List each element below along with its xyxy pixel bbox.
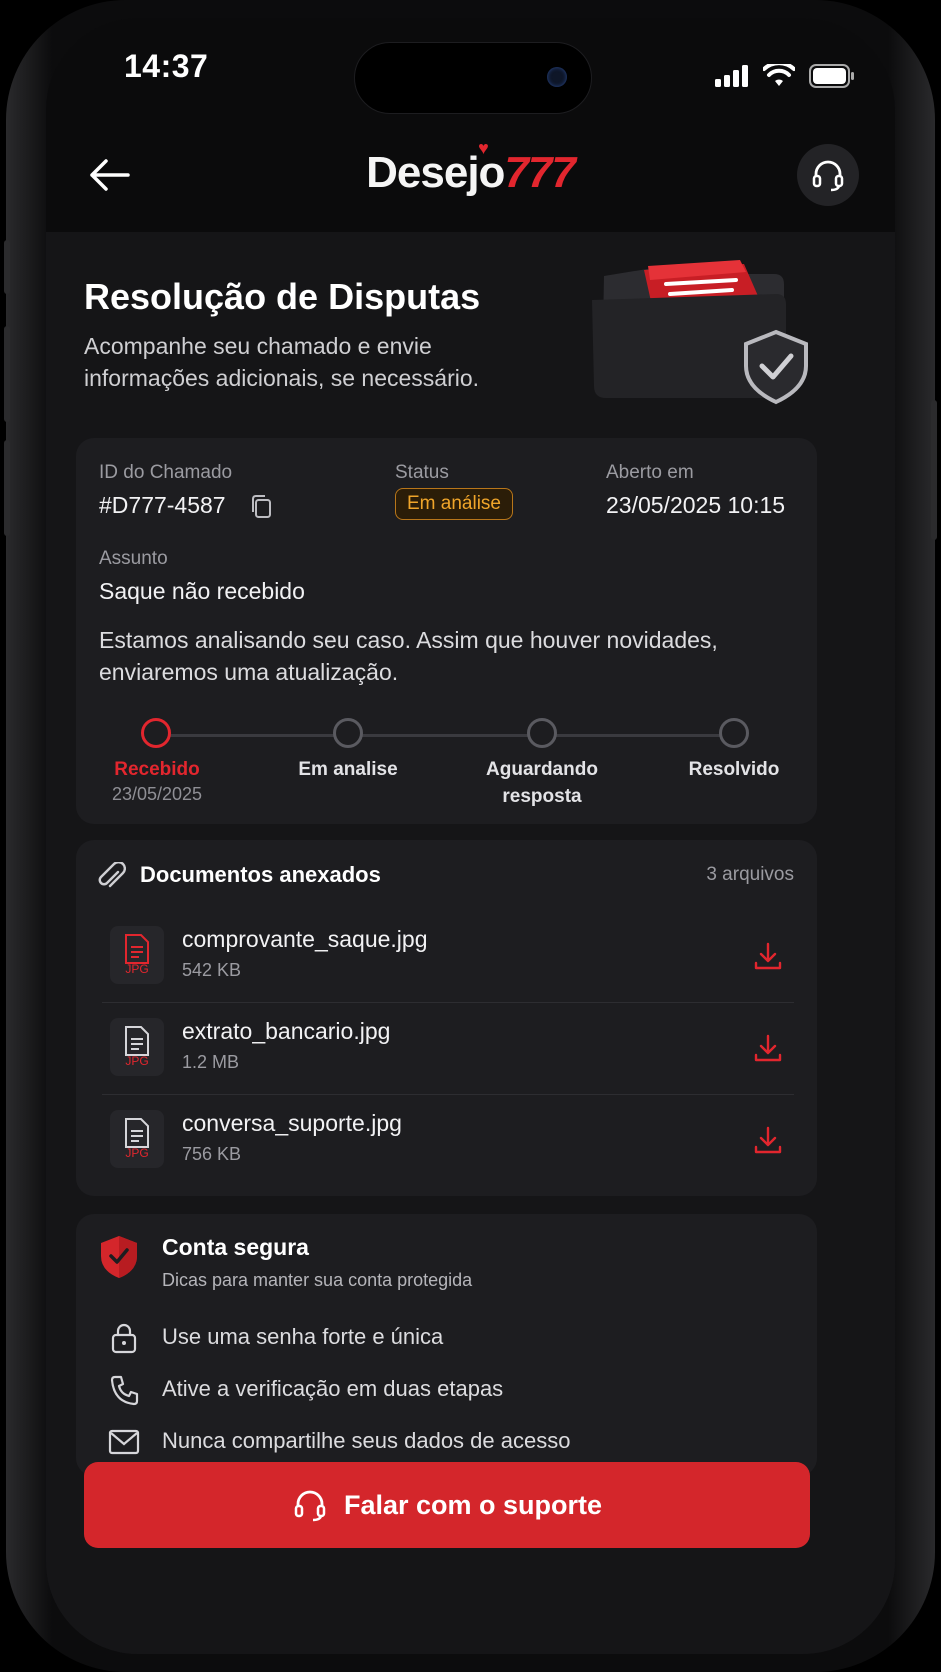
signal-icon (715, 65, 748, 87)
timeline-step-dot-received (141, 718, 171, 748)
download-button[interactable] (750, 1030, 786, 1066)
camera-icon (547, 67, 567, 87)
status-label: Status (395, 462, 449, 483)
page-subtitle: Acompanhe seu chamado e envie informaçõe… (84, 333, 480, 391)
security-tip-text: Ative a verificação em duas etapas (162, 1376, 504, 1401)
download-icon (754, 1034, 782, 1062)
document-size: 1.2 MB (182, 1052, 240, 1072)
wifi-icon (763, 64, 795, 86)
ticket-id-value: #D777-4587 (99, 492, 226, 518)
battery-icon (809, 64, 854, 88)
security-card: Conta segura Dicas para manter sua conta… (76, 1214, 817, 1476)
file-jpg-icon: JPG (110, 926, 164, 984)
timeline-step-date-received: 23/05/2025 (111, 784, 203, 804)
page-title: Resolução de Disputas (84, 276, 481, 317)
logo-accent-text: 777 (504, 148, 575, 197)
subject-value: Saque não recebido (99, 578, 305, 604)
file-ext-label: JPG (125, 1054, 149, 1068)
document-name: conversa_suporte.jpg (182, 1110, 402, 1136)
security-tip: Nunca compartilhe seus dados de acesso (106, 1422, 786, 1462)
opened-value: 23/05/2025 10:15 (606, 492, 786, 518)
download-button[interactable] (750, 938, 786, 974)
documents-title: Documentos anexados (140, 862, 381, 887)
file-jpg-icon: JPG (110, 1110, 164, 1168)
document-size: 542 KB (182, 960, 242, 980)
documents-card: Documentos anexados 3 arquivos JPG compr… (76, 840, 817, 1196)
volume-down-button (4, 440, 10, 536)
ticket-id-label: ID do Chamado (99, 462, 233, 483)
copy-icon[interactable] (249, 494, 273, 525)
brand-logo: Desejo ♥ 777 (46, 138, 895, 198)
dispute-folder-illustration (592, 260, 808, 405)
document-row[interactable]: JPG comprovante_saque.jpg 542 KB (102, 910, 794, 1003)
heart-icon: ♥ (478, 138, 489, 158)
timeline-step-label-received: Recebido (114, 759, 200, 780)
timeline-step-label-resolved: Resolvido (688, 759, 780, 780)
action-button (4, 240, 10, 294)
app-header: Desejo ♥ 777 (46, 128, 895, 232)
document-row[interactable]: JPG extrato_bancario.jpg 1.2 MB (102, 1002, 794, 1095)
screen: 14:37 Desejo ♥ 777 Resolução de Disputas A (46, 18, 895, 1654)
phone-icon (106, 1374, 142, 1406)
status-bar: 14:37 (46, 18, 895, 128)
security-title: Conta segura (162, 1234, 309, 1260)
timeline-step-dot-analysis (333, 718, 363, 748)
dynamic-island (354, 42, 592, 114)
status-badge: Em análise (395, 488, 513, 520)
security-tip: Ative a verificação em duas etapas (106, 1370, 786, 1410)
download-icon (754, 942, 782, 970)
headset-icon (294, 1490, 326, 1522)
ticket-card: ID do Chamado #D777-4587 Status Em análi… (76, 438, 817, 824)
timeline-track (156, 734, 736, 737)
ticket-description: Estamos analisando seu caso. Assim que h… (99, 627, 718, 685)
main-content: Resolução de Disputas Acompanhe seu cham… (46, 232, 895, 1654)
security-tip-text: Nunca compartilhe seus dados de acesso (162, 1428, 571, 1453)
phone-frame: 14:37 Desejo ♥ 777 Resolução de Disputas A (4, 0, 937, 1672)
volume-up-button (4, 326, 10, 422)
security-tip: Use uma senha forte e única (106, 1318, 786, 1358)
security-subtitle: Dicas para manter sua conta protegida (162, 1270, 473, 1290)
download-icon (754, 1126, 782, 1154)
security-tip-text: Use uma senha forte e única (162, 1324, 444, 1349)
status-icons (715, 64, 855, 88)
shield-icon (98, 1234, 140, 1285)
lock-icon (106, 1322, 142, 1354)
file-ext-label: JPG (125, 1146, 149, 1160)
timeline-step-label-analysis: Em analise (298, 759, 398, 780)
document-name: extrato_bancario.jpg (182, 1018, 391, 1044)
headset-icon (812, 160, 844, 192)
mail-icon (106, 1426, 142, 1458)
status-time: 14:37 (124, 48, 209, 84)
timeline-step-dot-waiting (527, 718, 557, 748)
power-button (931, 400, 937, 540)
documents-count: 3 arquivos (706, 864, 794, 885)
contact-support-label: Falar com o suporte (343, 1489, 603, 1520)
document-name: comprovante_saque.jpg (182, 926, 428, 952)
paperclip-icon (98, 861, 126, 897)
timeline-step-label-waiting: Aguardando resposta (486, 759, 598, 807)
file-jpg-icon: JPG (110, 1018, 164, 1076)
file-ext-label: JPG (125, 962, 149, 976)
document-row[interactable]: JPG conversa_suporte.jpg 756 KB (102, 1094, 794, 1186)
contact-support-button[interactable]: Falar com o suporte (84, 1462, 810, 1548)
timeline-step-dot-resolved (719, 718, 749, 748)
opened-label: Aberto em (606, 462, 694, 483)
download-button[interactable] (750, 1122, 786, 1158)
document-size: 756 KB (182, 1144, 242, 1164)
header-support-button[interactable] (797, 144, 859, 206)
subject-label: Assunto (99, 548, 168, 569)
